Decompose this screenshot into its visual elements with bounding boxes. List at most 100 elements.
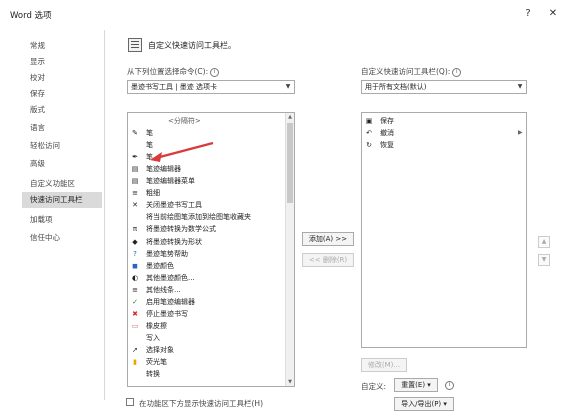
sidebar-item[interactable]: 信任中心 — [22, 230, 102, 246]
list-item[interactable]: ✖ 停止墨迹书写 — [128, 308, 294, 320]
list-item[interactable]: ≡ 其他线条... — [128, 284, 294, 296]
editor-menu-icon: ▤ — [131, 177, 139, 186]
list-item-label: 恢复 — [380, 141, 394, 150]
reset-button[interactable]: 重置(E) ▾ — [394, 378, 438, 392]
close-button[interactable]: ✕ — [546, 7, 560, 21]
list-item[interactable]: ✓ 启用笔迹编辑器 — [128, 296, 294, 308]
list-item[interactable]: <分隔符> — [128, 115, 294, 127]
sidebar-item[interactable]: 版式 — [22, 102, 102, 118]
list-item-label: 笔迹编辑器 — [146, 165, 181, 174]
sidebar-nav: 常规 显示 校对 保存 版式语言轻松访问高级自定义功能区 快速访问工具栏 加载项信任中心 — [22, 30, 105, 400]
chevron-down-icon: ▼ — [285, 83, 291, 90]
sidebar-item[interactable]: 快速访问工具栏 — [22, 192, 102, 208]
choose-commands-label: 从下列位置选择命令(C): i — [127, 66, 220, 77]
list-item[interactable]: ◼墨迹颜色▶ — [128, 260, 294, 272]
undo-icon: ↶ — [366, 129, 372, 138]
list-item-label: 其他线条... — [146, 285, 181, 294]
customize-scope-value: 用于所有文档(默认) — [365, 83, 427, 91]
sidebar-item[interactable]: 保存 — [22, 86, 102, 102]
list-item[interactable]: ? 墨迹笔势帮助 — [128, 248, 294, 260]
toolbar-icon — [128, 38, 142, 52]
customize-scope-select[interactable]: 用于所有文档(默认) ▼ — [361, 80, 527, 94]
info-icon: i — [452, 67, 462, 77]
math-icon: π — [132, 225, 138, 234]
list-item[interactable]: 转换▾ — [128, 368, 294, 380]
sidebar-item[interactable]: 高级 — [22, 156, 102, 172]
sidebar-item[interactable]: 语言 — [22, 120, 102, 136]
submenu-arrow-icon: ▶ — [518, 129, 523, 137]
toolbar-items-list[interactable]: ▣ 保存 ↶ 撤消 ▶ ↻ 恢复 — [361, 112, 527, 348]
help-button[interactable]: ? — [521, 7, 535, 21]
list-item-label: 墨迹笔势帮助 — [146, 249, 188, 258]
list-item-label: 保存 — [380, 117, 394, 125]
list-item-label: 将当前绘图笔添加到绘图笔收藏夹 — [146, 213, 251, 222]
move-down-button[interactable]: ▼ — [538, 254, 550, 266]
section-header: 自定义快速访问工具栏。 — [148, 41, 236, 50]
list-item-label: 写入 — [146, 333, 160, 342]
list-item-label: 启用笔迹编辑器 — [146, 297, 195, 306]
sidebar-item[interactable]: 校对 — [22, 70, 102, 86]
list-item-label: 粗细 — [146, 189, 160, 198]
move-up-button[interactable]: ▲ — [538, 236, 550, 248]
save-icon: ▣ — [365, 117, 373, 125]
show-below-ribbon-checkbox[interactable] — [126, 398, 134, 406]
list-item-label: 撤消 — [380, 129, 394, 138]
list-item[interactable]: ▤ 笔迹编辑器 — [128, 163, 294, 175]
list-item-label: 选择对象 — [146, 345, 174, 354]
redo-icon: ↻ — [366, 141, 372, 150]
scroll-down-icon[interactable]: ▼ — [286, 378, 294, 386]
editor-icon: ▤ — [131, 165, 139, 174]
list-item[interactable]: ▤笔迹编辑器菜单▶ — [128, 175, 294, 187]
info-icon: i — [210, 67, 220, 77]
close-ink-icon: ✕ — [132, 201, 138, 210]
list-item-label: 笔 — [146, 141, 153, 150]
list-item[interactable]: ↶ 撤消 ▶ — [362, 127, 526, 139]
list-item[interactable]: ↻ 恢复 — [362, 139, 526, 151]
list-item-label: 荧光笔 — [146, 358, 167, 366]
list-item-label: 停止墨迹书写 — [146, 309, 188, 318]
list-item[interactable]: ◆ 将墨迹转换为形状 — [128, 236, 294, 248]
list-item[interactable]: ✕关闭墨迹书写工具▾ — [128, 199, 294, 211]
sidebar-item[interactable]: 常规 — [22, 38, 102, 54]
sidebar-item[interactable]: 显示 — [22, 54, 102, 70]
stop-icon: ✖ — [132, 309, 138, 318]
list-item[interactable]: ✒ 笔 — [128, 151, 294, 163]
list-item-label: 关闭墨迹书写工具 — [146, 201, 202, 210]
list-item-label: 墨迹颜色 — [146, 261, 174, 270]
list-item[interactable]: ◐ 其他墨迹颜色... — [128, 272, 294, 284]
scroll-up-icon[interactable]: ▲ — [286, 113, 294, 121]
list-item[interactable]: 笔▾ — [128, 139, 294, 151]
pen-cup-icon: ✎ — [132, 129, 138, 138]
sidebar-item[interactable]: 轻松访问 — [22, 138, 102, 154]
list-item[interactable]: ▭ 橡皮擦 — [128, 320, 294, 332]
choose-commands-select[interactable]: 墨迹书写工具 | 墨迹 选项卡 ▼ — [127, 80, 295, 94]
customize-toolbar-label-text: 自定义快速访问工具栏(Q): — [361, 67, 451, 76]
pen-icon: ✒ — [132, 153, 138, 162]
modify-button[interactable]: 修改(M)... — [361, 358, 407, 372]
sidebar-item[interactable]: 加载项 — [22, 212, 102, 228]
list-item[interactable]: ▮ 荧光笔 — [128, 356, 294, 368]
add-button[interactable]: 添加(A) >> — [302, 232, 354, 246]
chevron-down-icon: ▼ — [517, 83, 523, 90]
import-export-button[interactable]: 导入/导出(P) ▾ — [394, 397, 454, 411]
commands-list-scrollbar[interactable]: ▲ ▼ — [285, 113, 294, 386]
list-item[interactable]: 写入▾ — [128, 332, 294, 344]
customize-toolbar-label: 自定义快速访问工具栏(Q): i — [361, 66, 462, 77]
list-item-label: 将墨迹转换为数学公式 — [146, 225, 216, 234]
commands-list[interactable]: <分隔符>✎笔▶笔▾✒笔▤笔迹编辑器▤笔迹编辑器菜单▶≡粗细▶✕关闭墨迹书写工具… — [127, 112, 295, 387]
list-item[interactable]: ➚ 选择对象 — [128, 344, 294, 356]
scroll-thumb[interactable] — [287, 123, 293, 203]
list-item[interactable]: π 将墨迹转换为数学公式 — [128, 223, 294, 235]
list-item[interactable]: 将当前绘图笔添加到绘图笔收藏夹 — [128, 211, 294, 223]
list-item[interactable]: ≡粗细▶ — [128, 187, 294, 199]
palette-icon: ◐ — [131, 273, 139, 282]
sidebar-item[interactable]: 自定义功能区 — [22, 176, 102, 192]
list-item[interactable]: ✎笔▶ — [128, 127, 294, 139]
eraser-icon: ▭ — [131, 321, 139, 330]
list-item[interactable]: ▣ 保存 — [362, 115, 526, 127]
remove-button[interactable]: << 删除(R) — [302, 253, 354, 267]
dialog-title: Word 选项 — [10, 11, 52, 21]
list-item-label: 笔迹编辑器菜单 — [146, 177, 195, 186]
list-item-label: 笔 — [146, 129, 153, 138]
thickness-icon: ≡ — [132, 189, 138, 198]
